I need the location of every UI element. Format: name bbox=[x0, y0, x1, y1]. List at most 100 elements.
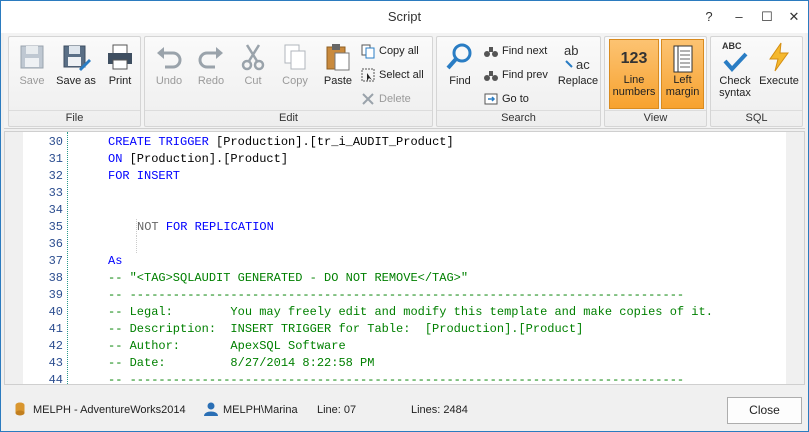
check-syntax-icon-text: ABC bbox=[722, 41, 742, 51]
line-number: 44 bbox=[48, 373, 63, 385]
delete-label: Delete bbox=[379, 93, 411, 105]
save-as-icon bbox=[63, 45, 91, 71]
copy-label: Copy bbox=[282, 75, 308, 87]
clipboard-icon bbox=[326, 44, 350, 71]
find-label: Find bbox=[449, 75, 471, 87]
save-as-button[interactable]: Save as bbox=[53, 41, 99, 87]
redo-button[interactable]: Redo bbox=[193, 41, 229, 87]
line-number: 40 bbox=[48, 305, 63, 319]
code-comment: -- -------------------------------------… bbox=[108, 373, 685, 385]
group-search-label: Search bbox=[437, 110, 600, 124]
script-editor[interactable]: 30 CREATE TRIGGER [Production].[tr_i_AUDI… bbox=[4, 131, 805, 385]
lightning-icon bbox=[769, 42, 789, 72]
code-object: [Production].[Product] bbox=[129, 152, 289, 166]
print-label: Print bbox=[108, 75, 132, 87]
redo-icon bbox=[198, 47, 223, 69]
print-button[interactable]: Print bbox=[103, 41, 137, 87]
undo-label: Undo bbox=[155, 75, 183, 87]
maximize-button[interactable]: ☐ bbox=[756, 7, 778, 27]
delete-button[interactable]: Delete bbox=[360, 89, 411, 109]
delete-icon bbox=[362, 93, 374, 105]
paste-button[interactable]: Paste bbox=[319, 41, 357, 87]
group-edit-label: Edit bbox=[145, 110, 432, 124]
binoculars-icon bbox=[484, 71, 498, 82]
code-comment: -- Description: INSERT TRIGGER for Table… bbox=[108, 322, 584, 336]
group-view-label: View bbox=[605, 110, 706, 124]
current-line-label: Line: 07 bbox=[317, 404, 357, 416]
minimize-button[interactable]: – bbox=[728, 7, 750, 27]
find-prev-label: Find prev bbox=[502, 69, 548, 81]
code-line: 43 -- Date: 8/27/2014 8:22:58 PM bbox=[23, 355, 375, 372]
save-button[interactable]: Save bbox=[15, 41, 49, 87]
undo-button[interactable]: Undo bbox=[151, 41, 187, 87]
code-keyword: FOR INSERT bbox=[108, 169, 181, 183]
total-lines-label: Lines: 2484 bbox=[411, 404, 468, 416]
scissors-icon bbox=[241, 44, 265, 71]
binoculars-icon bbox=[484, 47, 498, 58]
close-button[interactable]: Close bbox=[727, 397, 802, 424]
user-label: MELPH\Marina bbox=[223, 404, 298, 416]
save-label: Save bbox=[19, 75, 45, 87]
group-file-label: File bbox=[9, 110, 140, 124]
ribbon: Save Save as Print File Undo Redo Cut Co… bbox=[4, 33, 805, 129]
find-next-button[interactable]: Find next bbox=[483, 41, 547, 61]
code-line: 34 bbox=[23, 202, 63, 219]
code-line: 38 -- "<TAG>SQLAUDIT GENERATED - DO NOT R… bbox=[23, 270, 468, 287]
code-line: 30 CREATE TRIGGER [Production].[tr_i_AUDI… bbox=[23, 134, 454, 151]
code-comment: -- Author: ApexSQL Software bbox=[108, 339, 346, 353]
close-window-button[interactable]: ✕ bbox=[783, 7, 805, 27]
check-syntax-button[interactable]: ABC Check syntax bbox=[715, 41, 755, 99]
help-button[interactable]: ? bbox=[698, 7, 720, 27]
printer-icon bbox=[108, 44, 132, 70]
line-numbers-label-1: Line bbox=[623, 74, 645, 86]
copy-all-icon bbox=[361, 44, 375, 59]
code-comment: -- -------------------------------------… bbox=[108, 288, 685, 302]
line-numbers-toggle[interactable]: 123 Line numbers bbox=[609, 39, 659, 109]
go-to-button[interactable]: Go to bbox=[483, 89, 529, 109]
script-window: Script ? – ☐ ✕ Save Save as Print File U… bbox=[0, 0, 809, 432]
line-number: 43 bbox=[48, 356, 63, 370]
left-margin-label-1: Left bbox=[673, 74, 692, 86]
code-line: 44 -- -----------------------------------… bbox=[23, 372, 685, 385]
line-number: 33 bbox=[48, 186, 63, 200]
find-button[interactable]: Find bbox=[443, 41, 477, 87]
code-line: 39 -- -----------------------------------… bbox=[23, 287, 685, 304]
line-number: 30 bbox=[48, 135, 63, 149]
line-number: 31 bbox=[48, 152, 63, 166]
cut-button[interactable]: Cut bbox=[235, 41, 271, 87]
code-keyword: As bbox=[108, 254, 123, 268]
server-database-label: MELPH - AdventureWorks2014 bbox=[33, 404, 186, 416]
code-keyword: NOT bbox=[137, 220, 166, 234]
code-keyword: FOR REPLICATION bbox=[165, 220, 274, 234]
code-line: 35 NOT FOR REPLICATION bbox=[23, 219, 274, 236]
select-all-icon bbox=[361, 68, 375, 82]
code-comment: -- "<TAG>SQLAUDIT GENERATED - DO NOT REM… bbox=[108, 271, 469, 285]
execute-label: Execute bbox=[759, 75, 799, 87]
editor-right-gutter bbox=[786, 132, 804, 384]
select-all-button[interactable]: Select all bbox=[360, 65, 424, 85]
line-numbers-icon: 123 bbox=[620, 50, 648, 67]
code-line: 32 FOR INSERT bbox=[23, 168, 180, 185]
group-view: 123 Line numbers Left margin View bbox=[604, 36, 707, 127]
svg-text:ac: ac bbox=[576, 57, 590, 72]
code-line: 36 bbox=[23, 236, 137, 253]
code-keyword: ON bbox=[108, 152, 130, 166]
execute-button[interactable]: Execute bbox=[759, 41, 799, 87]
check-syntax-label-2: syntax bbox=[719, 87, 751, 99]
copy-all-button[interactable]: Copy all bbox=[360, 41, 419, 61]
find-prev-button[interactable]: Find prev bbox=[483, 65, 548, 85]
replace-icon: abac bbox=[564, 43, 590, 72]
database-icon bbox=[15, 402, 25, 416]
code-line: 42 -- Author: ApexSQL Software bbox=[23, 338, 346, 355]
left-margin-toggle[interactable]: Left margin bbox=[661, 39, 704, 109]
group-sql-label: SQL bbox=[711, 110, 802, 124]
select-all-label: Select all bbox=[379, 69, 424, 81]
code-line: 31 ON [Production].[Product] bbox=[23, 151, 288, 168]
replace-button[interactable]: ab ac Replace bbox=[557, 41, 599, 87]
line-number: 35 bbox=[48, 220, 63, 234]
code-keyword: CREATE TRIGGER bbox=[108, 135, 217, 149]
copy-button[interactable]: Copy bbox=[277, 41, 313, 87]
line-number: 42 bbox=[48, 339, 63, 353]
line-number: 36 bbox=[48, 237, 63, 251]
status-bar: MELPH - AdventureWorks2014 MELPH\Marina … bbox=[1, 387, 808, 431]
